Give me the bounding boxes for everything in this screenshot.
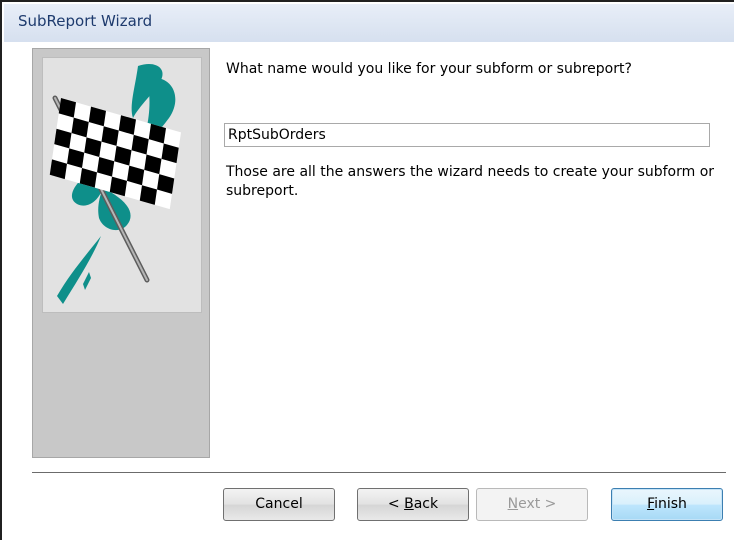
- button-separator: [32, 472, 726, 474]
- checkered-flag-icon: [42, 57, 202, 313]
- next-button[interactable]: Next >: [476, 488, 588, 521]
- question-label: What name would you like for your subfor…: [226, 61, 632, 77]
- cancel-button[interactable]: Cancel: [223, 488, 335, 521]
- cancel-button-label: Cancel: [255, 496, 303, 512]
- wizard-info-text: Those are all the answers the wizard nee…: [226, 164, 715, 199]
- back-button[interactable]: < Back: [357, 488, 469, 521]
- subreport-wizard-window: SubReport Wizard What name would you lik…: [0, 0, 734, 540]
- subreport-name-input[interactable]: [224, 123, 710, 147]
- title-bar[interactable]: SubReport Wizard: [4, 4, 734, 42]
- finish-button-label: inish: [654, 496, 687, 512]
- next-button-mnemonic: N: [507, 496, 519, 512]
- back-button-mnemonic: B: [404, 496, 414, 512]
- finish-button[interactable]: Finish: [611, 488, 723, 521]
- back-button-label: ack: [413, 496, 439, 512]
- back-button-prefix: <: [387, 496, 405, 512]
- next-button-label: ext >: [518, 496, 557, 512]
- wizard-side-panel: [32, 48, 210, 458]
- window-title: SubReport Wizard: [18, 12, 153, 30]
